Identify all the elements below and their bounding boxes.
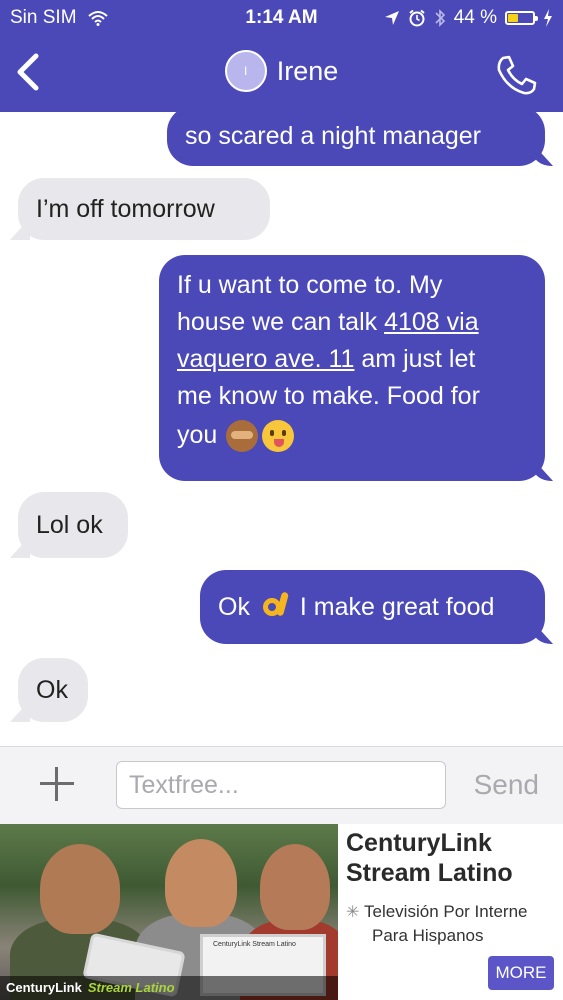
message-composer: Send — [0, 746, 563, 824]
message-bubble-received[interactable]: Ok — [18, 658, 88, 722]
ok-hand-icon — [259, 592, 291, 624]
address-link[interactable]: vaquero ave. 11 — [177, 345, 354, 373]
ad-person — [165, 839, 237, 927]
add-attachment-icon[interactable] — [38, 765, 76, 803]
status-right: 44 % — [384, 7, 553, 29]
ad-description: ✳ Televisión Por Interne Para Hispanos — [346, 900, 527, 947]
ad-desc-line: ✳ Televisión Por Interne — [346, 900, 527, 924]
message-text: I’m off tomorrow — [36, 195, 215, 223]
top-bar: Sin SIM 1:14 AM 44 % I Irene — [0, 0, 563, 112]
battery-level — [508, 14, 519, 22]
avatar[interactable]: I — [224, 50, 267, 92]
message-bubble-sent[interactable]: so scared a night manager — [167, 112, 545, 166]
message-text: am just let — [354, 345, 476, 373]
message-bubble-sent[interactable]: If u want to come to. My house we can ta… — [159, 255, 545, 481]
ad-title-line: CenturyLink — [346, 829, 492, 857]
ad-desc-line: Para Hispanos — [346, 924, 527, 947]
location-icon — [384, 11, 399, 25]
ad-title-line: Stream Latino — [346, 859, 513, 887]
message-text: so scared a night manager — [185, 122, 482, 150]
message-text-line: you — [177, 415, 527, 455]
ad-more-button[interactable]: MORE — [488, 956, 554, 990]
ad-title[interactable]: CenturyLink Stream Latino — [346, 828, 513, 888]
battery-icon — [505, 11, 538, 25]
message-bubble-received[interactable]: Lol ok — [18, 492, 128, 558]
ad-image[interactable]: CenturyLink Stream Latino CenturyLink Str… — [0, 824, 338, 1000]
ad-desc-text: Para Hispanos — [372, 926, 484, 945]
message-text: house we can talk — [177, 308, 385, 336]
message-thread[interactable]: so scared a night manager I’m off tomorr… — [0, 112, 563, 746]
message-input[interactable] — [116, 761, 446, 809]
message-text: Ok — [36, 676, 68, 704]
face-savoring-food-icon — [262, 420, 295, 453]
send-button[interactable]: Send — [474, 769, 539, 801]
sparkle-icon: ✳ — [346, 904, 360, 921]
phone-icon[interactable] — [493, 52, 539, 98]
ad-desc-text: Televisión Por Interne — [364, 902, 528, 921]
message-text: you — [177, 421, 218, 449]
ad-caption: CenturyLink Stream Latino — [0, 976, 338, 1000]
message-text-line: If u want to come to. My — [177, 271, 443, 299]
message-text: Ok — [218, 593, 257, 621]
bluetooth-icon — [435, 9, 445, 27]
ad-person — [260, 844, 330, 930]
status-bar: Sin SIM 1:14 AM 44 % — [0, 0, 563, 36]
charging-icon — [544, 9, 552, 27]
message-bubble-sent[interactable]: Ok I make great food — [200, 570, 545, 644]
nav-bar: I Irene — [0, 40, 563, 110]
message-bubble-received[interactable]: I’m off tomorrow — [18, 178, 270, 240]
contact-name: Irene — [276, 55, 339, 86]
ad-banner[interactable]: CenturyLink Stream Latino CenturyLink Str… — [0, 824, 563, 1000]
alarm-icon — [409, 9, 425, 27]
message-text: Lol ok — [36, 511, 103, 539]
message-text: I make great food — [292, 593, 495, 621]
message-text-line: house we can talk 4108 via — [177, 304, 527, 341]
contact-header[interactable]: I Irene — [0, 50, 563, 92]
ad-caption-sub: Stream Latino — [87, 980, 175, 995]
battery-percent: 44 % — [453, 7, 497, 28]
ad-laptop-text: CenturyLink Stream Latino — [213, 941, 296, 948]
see-no-evil-monkey-icon — [226, 420, 259, 453]
message-text-line: me know to make. Food for — [177, 382, 480, 410]
address-link[interactable]: 4108 via — [384, 308, 479, 336]
message-text-line: vaquero ave. 11 am just let — [177, 341, 527, 378]
ad-caption-brand: CenturyLink — [6, 980, 82, 995]
ad-person — [40, 844, 120, 934]
